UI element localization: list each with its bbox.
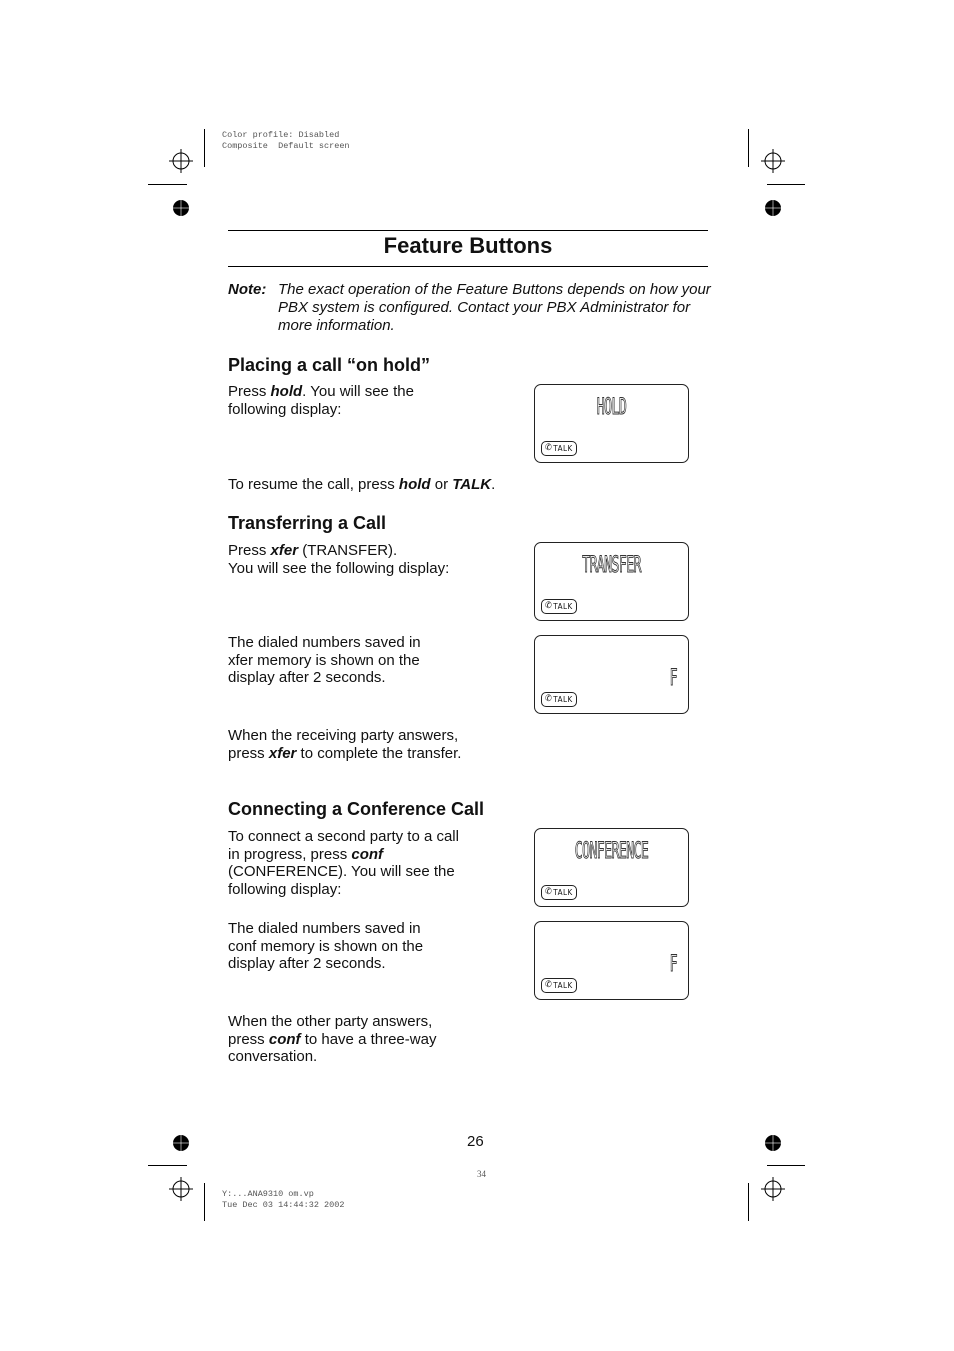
crop-mark — [767, 1165, 805, 1166]
registration-target-icon — [169, 149, 193, 173]
crop-mark — [748, 129, 749, 167]
lcd-text: CONFERENCE — [574, 839, 649, 865]
phone-handset-icon: ✆ — [545, 980, 553, 990]
crop-mark — [204, 1183, 205, 1221]
file-path-text: Y:...ANA9310 om.vp — [222, 1189, 314, 1199]
note-block: Note: The exact operation of the Feature… — [228, 281, 718, 335]
conference-memory-text: The dialed numbers saved in conf memory … — [228, 920, 424, 972]
section-heading-hold: Placing a call “on hold” — [228, 355, 431, 375]
hold-instruction: Press hold. You will see the following d… — [228, 383, 414, 418]
phone-handset-icon: ✆ — [545, 443, 553, 453]
registration-dot-icon — [765, 200, 781, 216]
talk-indicator: ✆ TALK — [541, 599, 577, 614]
lcd-display-hold: HOLD ✆ TALK — [534, 384, 689, 463]
crop-mark — [148, 184, 187, 185]
page-number: 26 — [467, 1133, 484, 1150]
section-heading-conference: Connecting a Conference Call — [228, 799, 485, 819]
lcd-text: F — [669, 952, 678, 978]
talk-indicator: ✆ TALK — [541, 441, 577, 456]
composite-text: Composite Default screen — [222, 141, 350, 151]
printer-info-top: Color profile: Disabled Composite Default… — [222, 130, 350, 152]
registration-target-icon — [761, 1177, 785, 1201]
lcd-display-conference-memory: F ✆ TALK — [534, 921, 689, 1000]
lcd-text: TRANSFER — [582, 553, 642, 579]
conference-instruction: To connect a second party to a call in p… — [228, 828, 459, 898]
print-timestamp-text: Tue Dec 03 14:44:32 2002 — [222, 1200, 345, 1210]
lcd-text: HOLD — [596, 395, 627, 421]
talk-indicator: ✆ TALK — [541, 692, 577, 707]
phone-handset-icon: ✆ — [545, 887, 553, 897]
lcd-text: F — [669, 666, 678, 692]
talk-indicator: ✆ TALK — [541, 978, 577, 993]
title-rule-bottom — [228, 266, 708, 267]
registration-target-icon — [761, 149, 785, 173]
registration-dot-icon — [765, 1135, 781, 1151]
talk-indicator: ✆ TALK — [541, 885, 577, 900]
crop-mark — [148, 1165, 187, 1166]
registration-dot-icon — [173, 1135, 189, 1151]
crop-mark — [204, 129, 205, 167]
hold-resume-instruction: To resume the call, press hold or TALK. — [228, 476, 496, 493]
title-rule-top — [228, 230, 708, 231]
section-heading-transfer: Transferring a Call — [228, 513, 387, 533]
crop-mark — [748, 1183, 749, 1221]
registration-target-icon — [169, 1177, 193, 1201]
sheet-number: 34 — [477, 1169, 486, 1179]
crop-mark — [767, 184, 805, 185]
lcd-display-transfer-memory: F ✆ TALK — [534, 635, 689, 714]
phone-handset-icon: ✆ — [545, 601, 553, 611]
color-profile-text: Color profile: Disabled — [222, 130, 340, 140]
registration-dot-icon — [173, 200, 189, 216]
printer-info-bottom: Y:...ANA9310 om.vp Tue Dec 03 14:44:32 20… — [222, 1189, 344, 1211]
phone-handset-icon: ✆ — [545, 694, 553, 704]
conference-complete-text: When the other party answers, press conf… — [228, 1013, 437, 1065]
transfer-memory-text: The dialed numbers saved in xfer memory … — [228, 634, 421, 686]
note-label: Note: — [228, 281, 267, 298]
lcd-display-conference: CONFERENCE ✆ TALK — [534, 828, 689, 907]
transfer-complete-text: When the receiving party answers, press … — [228, 727, 462, 762]
transfer-instruction: Press xfer (TRANSFER). You will see the f… — [228, 542, 450, 577]
note-text: The exact operation of the Feature Butto… — [278, 281, 711, 334]
lcd-display-transfer: TRANSFER ✆ TALK — [534, 542, 689, 621]
page-title: Feature Buttons — [383, 233, 553, 258]
